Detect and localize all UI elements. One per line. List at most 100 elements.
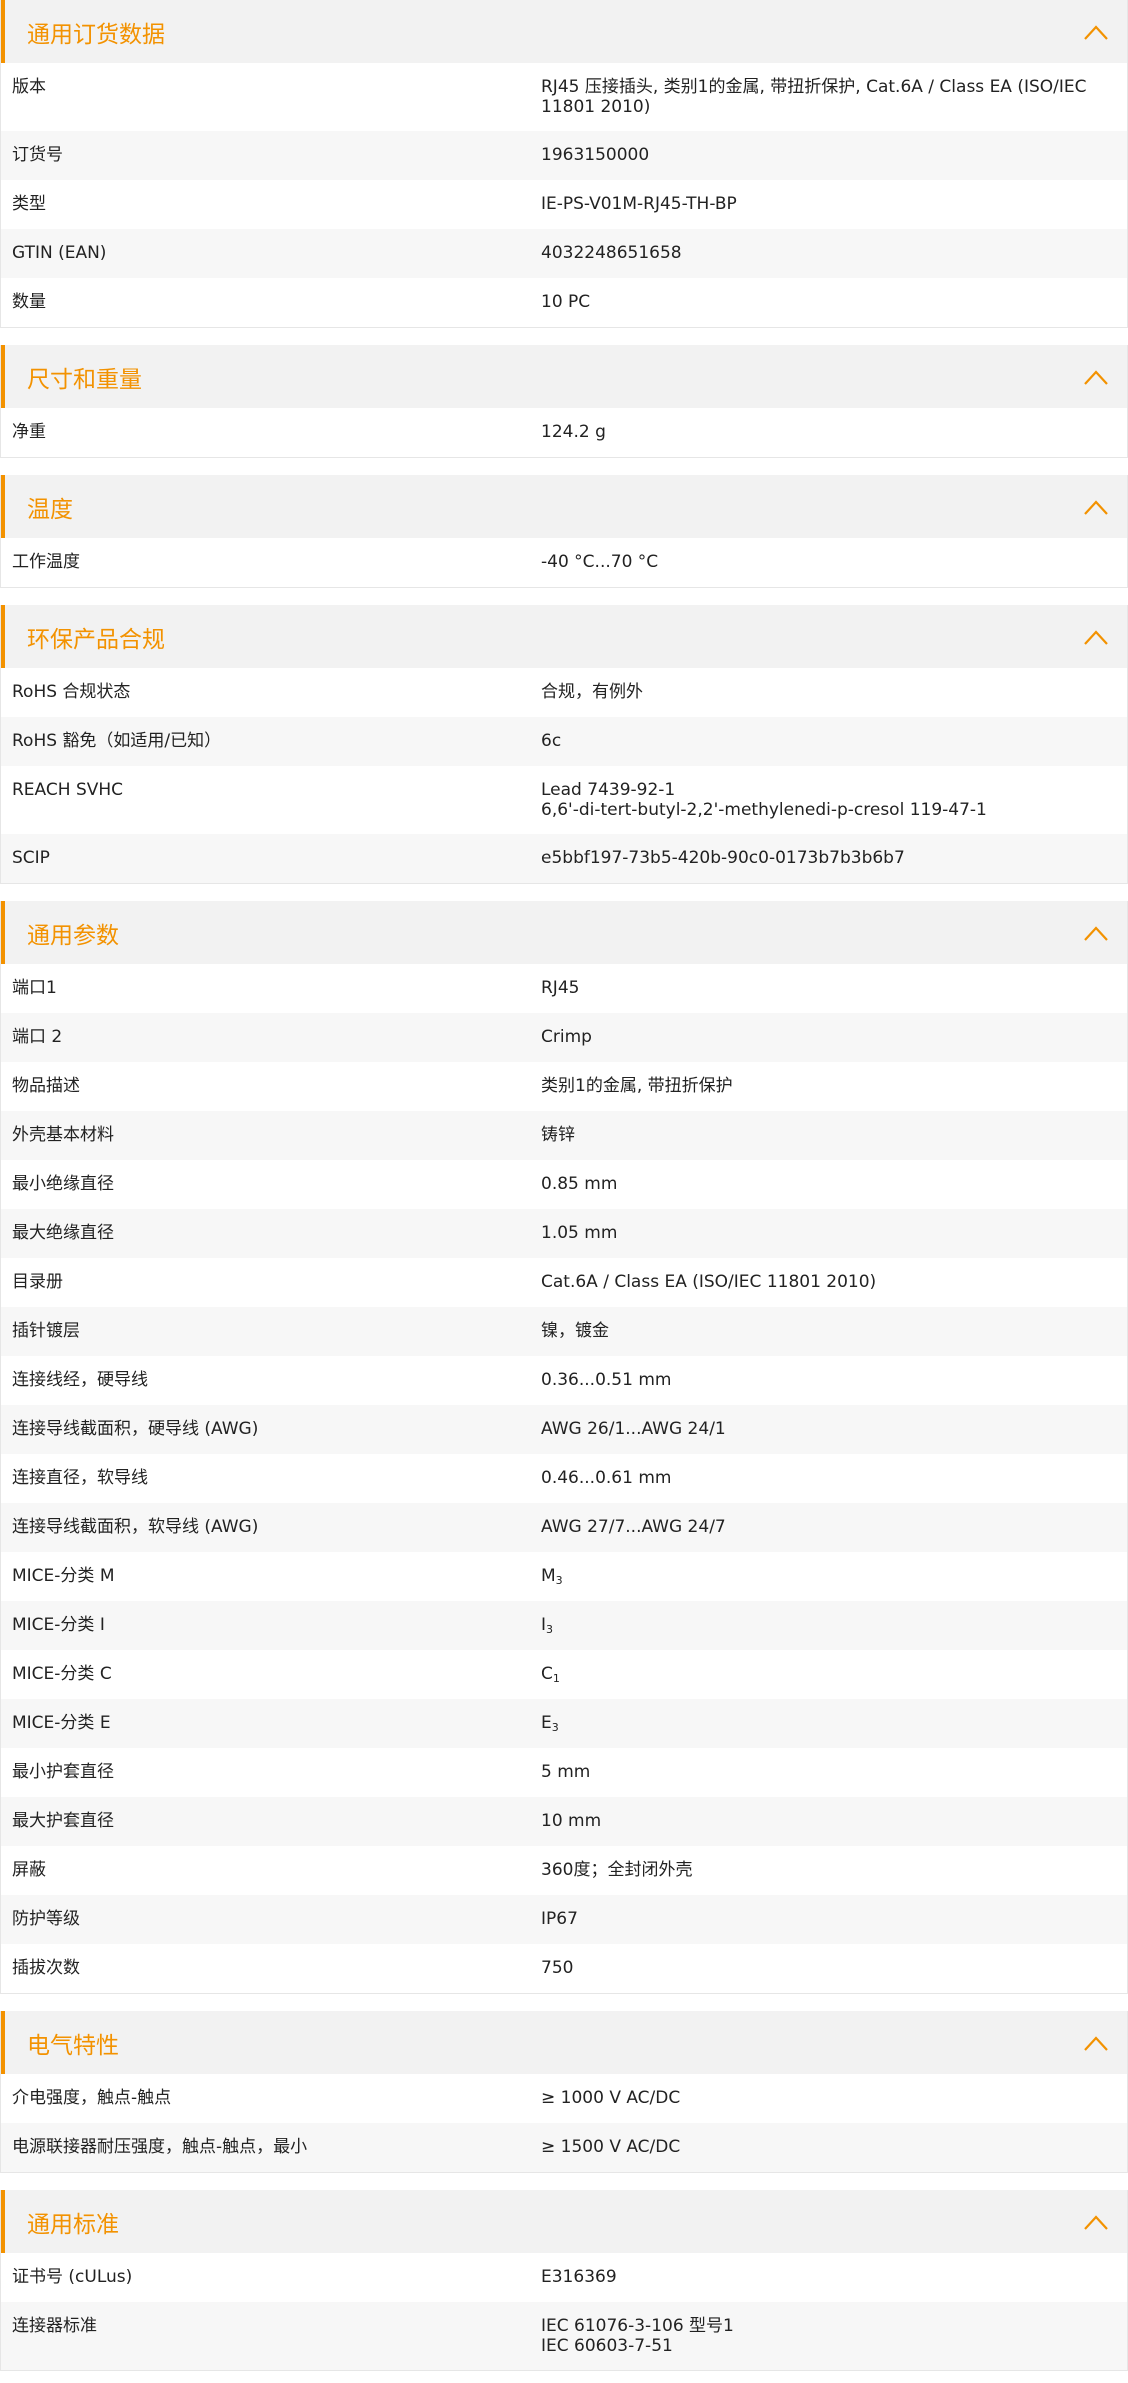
spec-label: GTIN (EAN) [12,243,107,263]
spec-row: 目录册 Cat.6A / Class EA (ISO/IEC 11801 2010… [1,1258,1127,1307]
spec-label: 插针镀层 [12,1321,80,1341]
spec-row: RoHS 豁免（如适用/已知） 6c [1,717,1127,766]
spec-label: MICE-分类 M [12,1566,115,1586]
spec-label: 订货号 [12,145,63,165]
spec-value: ≥ 1000 V AC/DC [541,2088,1127,2123]
spec-value: 0.85 mm [541,1174,1127,1209]
spec-value-text: 750 [541,1958,574,1978]
spec-row: MICE-分类 M M3 [1,1552,1127,1601]
spec-value-text: 5 mm [541,1762,591,1782]
section-header[interactable]: 通用订货数据 [1,0,1127,63]
chevron-up-icon[interactable] [1083,628,1109,646]
chevron-up-icon[interactable] [1083,23,1109,41]
spec-row: REACH SVHC Lead 7439-92-1 6,6'-di-tert-but… [1,766,1127,834]
spec-label: 屏蔽 [12,1860,46,1880]
spec-label: SCIP [12,848,50,868]
spec-rows: 净重 124.2 g [1,408,1127,457]
spec-value-text: 类别1的金属, 带扭折保护 [541,1076,733,1096]
spec-row: 类型 IE-PS-V01M-RJ45-TH-BP [1,180,1127,229]
spec-value-text: Cat.6A / Class EA (ISO/IEC 11801 2010) [541,1272,877,1292]
spec-value-text: Crimp [541,1027,592,1047]
spec-value-text: 0.46...0.61 mm [541,1468,672,1488]
spec-label: 最大绝缘直径 [12,1223,114,1243]
spec-value: C1 [541,1664,1127,1699]
spec-label: 防护等级 [12,1909,80,1929]
spec-rows: 工作温度 -40 °C...70 °C [1,538,1127,587]
spec-value-text: 10 PC [541,292,591,312]
spec-label: 插拔次数 [12,1958,80,1978]
spec-section: 通用订货数据 版本 RJ45 压接插头, 类别1的金属, 带扭折保护, Cat.6A… [0,0,1128,328]
spec-value-text: IP67 [541,1909,578,1929]
spec-label: 证书号 (cULus) [12,2267,133,2287]
spec-row: 端口1 RJ45 [1,964,1127,1013]
spec-value: Crimp [541,1027,1127,1062]
spec-value-text: E [541,1713,552,1733]
spec-row: 最小护套直径 5 mm [1,1748,1127,1797]
spec-label: MICE-分类 I [12,1615,105,1635]
spec-value: 4032248651658 [541,243,1127,278]
spec-value: 1963150000 [541,145,1127,180]
spec-label: 类型 [12,194,46,214]
spec-row: 插拔次数 750 [1,1944,1127,1993]
spec-section: 环保产品合规 RoHS 合规状态 合规，有例外 RoHS 豁免（如适用/已知） 6c RE… [0,605,1128,884]
spec-value-text: 合规，有例外 [541,682,643,702]
spec-value: IP67 [541,1909,1127,1944]
section-header[interactable]: 电气特性 [1,2011,1127,2074]
spec-value: Cat.6A / Class EA (ISO/IEC 11801 2010) [541,1272,1127,1307]
spec-row: 证书号 (cULus) E316369 [1,2253,1127,2302]
spec-label: 连接导线截面积，软导线 (AWG) [12,1517,259,1537]
section-header[interactable]: 通用参数 [1,901,1127,964]
section-title: 尺寸和重量 [27,366,142,393]
spec-value-text: RJ45 压接插头, 类别1的金属, 带扭折保护, Cat.6A / Class… [541,77,1087,117]
product-spec-page: 通用订货数据 版本 RJ45 压接插头, 类别1的金属, 带扭折保护, Cat.6A… [0,0,1128,2383]
spec-label: 物品描述 [12,1076,80,1096]
spec-value: 1.05 mm [541,1223,1127,1258]
section-title: 环保产品合规 [27,626,165,653]
spec-value-text: -40 °C...70 °C [541,552,659,572]
spec-row: 数量 10 PC [1,278,1127,327]
spec-row: 连接器标准 IEC 61076-3-106 型号1 IEC 60603-7-51 [1,2302,1127,2370]
spec-label: 工作温度 [12,552,80,572]
spec-row: 介电强度，触点-触点 ≥ 1000 V AC/DC [1,2074,1127,2123]
spec-row: MICE-分类 E E3 [1,1699,1127,1748]
spec-value: E3 [541,1713,1127,1748]
spec-label: 连接线经，硬导线 [12,1370,148,1390]
spec-label: REACH SVHC [12,780,124,800]
spec-label: 最小绝缘直径 [12,1174,114,1194]
spec-value-subscript: 3 [551,1721,559,1734]
chevron-up-icon[interactable] [1083,2034,1109,2052]
spec-rows: RoHS 合规状态 合规，有例外 RoHS 豁免（如适用/已知） 6c REACH SV… [1,668,1127,883]
spec-value-text: E316369 [541,2267,617,2287]
spec-value: 10 mm [541,1811,1127,1846]
spec-value-text: 1.05 mm [541,1223,618,1243]
spec-label: 端口1 [12,978,57,998]
section-title: 通用参数 [27,922,119,949]
spec-value-text: C [541,1664,553,1684]
section-header[interactable]: 环保产品合规 [1,605,1127,668]
spec-label: 连接直径，软导线 [12,1468,148,1488]
spec-value-text: RJ45 [541,978,580,998]
chevron-up-icon[interactable] [1083,2213,1109,2231]
spec-label: 介电强度，触点-触点 [12,2088,172,2108]
chevron-up-icon[interactable] [1083,498,1109,516]
chevron-up-icon[interactable] [1083,368,1109,386]
spec-section: 温度工作温度 -40 °C...70 °C [0,475,1128,588]
spec-row: 防护等级 IP67 [1,1895,1127,1944]
spec-row: 版本 RJ45 压接插头, 类别1的金属, 带扭折保护, Cat.6A / Cla… [1,63,1127,131]
spec-row: 最小绝缘直径 0.85 mm [1,1160,1127,1209]
chevron-up-icon[interactable] [1083,924,1109,942]
spec-row: GTIN (EAN) 4032248651658 [1,229,1127,278]
spec-value-text: 6c [541,731,562,751]
section-header[interactable]: 尺寸和重量 [1,345,1127,408]
spec-value-line: 6,6'-di-tert-butyl-2,2'-methylenedi-p-cr… [541,800,987,820]
spec-row: 最大护套直径 10 mm [1,1797,1127,1846]
spec-section: 电气特性 介电强度，触点-触点 ≥ 1000 V AC/DC 电源联接器耐压强度，触点… [0,2011,1128,2173]
section-header[interactable]: 通用标准 [1,2190,1127,2253]
spec-section: 通用参数 端口1 RJ45 端口 2 Crimp 物品描述 类别1的金属, 带扭折保护 外壳基… [0,901,1128,1994]
spec-row: RoHS 合规状态 合规，有例外 [1,668,1127,717]
spec-value: RJ45 压接插头, 类别1的金属, 带扭折保护, Cat.6A / Class… [541,77,1127,131]
spec-label: MICE-分类 C [12,1664,112,1684]
spec-row: MICE-分类 C C1 [1,1650,1127,1699]
spec-value: I3 [541,1615,1127,1650]
section-header[interactable]: 温度 [1,475,1127,538]
